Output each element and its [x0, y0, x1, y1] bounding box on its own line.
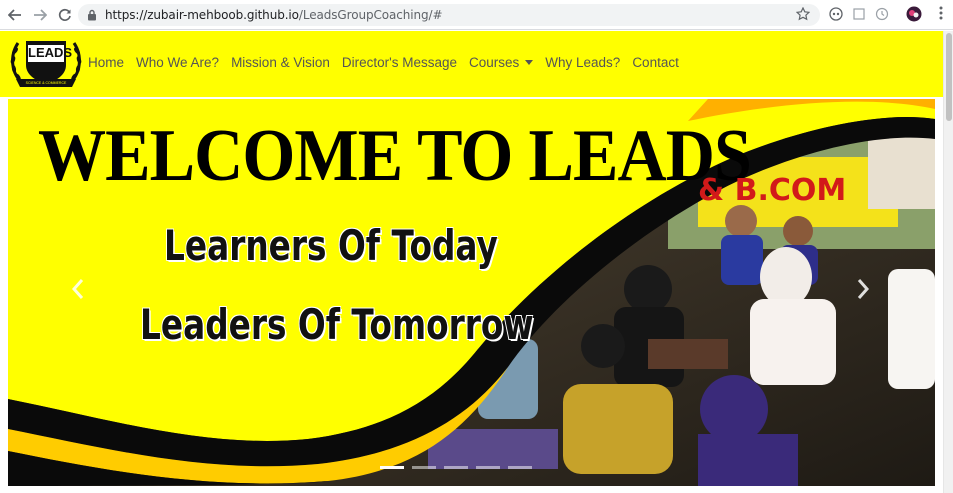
logo-text: LEADS [28, 45, 73, 60]
bookmark-star-icon[interactable] [795, 6, 811, 24]
url-path: /LeadsGroupCoaching/# [298, 8, 443, 22]
nav-links: Home Who We Are? Mission & Vision Direct… [88, 55, 691, 70]
nav-courses-label: Courses [468, 55, 520, 70]
back-button[interactable] [4, 4, 26, 26]
carousel-prev-button[interactable] [58, 269, 98, 309]
site-navbar: LEADS SCIENCE & COMMERCE Home Who We Are… [0, 31, 943, 97]
carousel-tagline-2: Leaders Of Tomorrow [140, 300, 534, 349]
extension-clock-icon[interactable] [874, 6, 890, 22]
extension-square-icon[interactable] [851, 6, 867, 22]
browser-menu-icon[interactable] [939, 6, 943, 23]
carousel-next-button[interactable] [843, 269, 883, 309]
nav-contact[interactable]: Contact [632, 55, 679, 70]
arrow-left-icon [8, 8, 21, 21]
nav-why-leads[interactable]: Why Leads? [545, 55, 620, 70]
carousel-tagline-1: Learners Of Today [164, 221, 498, 270]
extension-icon[interactable] [828, 6, 844, 22]
nav-mission-vision[interactable]: Mission & Vision [231, 55, 330, 70]
nav-home[interactable]: Home [88, 55, 124, 70]
scrollbar-thumb[interactable] [946, 33, 952, 121]
carousel-indicators [380, 466, 532, 469]
browser-toolbar: https://zubair-mehboob.github.io/LeadsGr… [0, 0, 953, 30]
caret-down-icon [525, 60, 534, 65]
carousel-indicator[interactable] [412, 466, 436, 469]
profile-avatar[interactable] [906, 6, 922, 22]
url-text: https://zubair-mehboob.github.io/LeadsGr… [105, 8, 443, 22]
page-scrollbar[interactable] [943, 31, 953, 493]
logo-subtitle: SCIENCE & COMMERCE [25, 81, 67, 85]
arrow-right-icon [34, 8, 47, 21]
carousel-headline: WELCOME TO LEADS [38, 115, 752, 197]
reload-button[interactable] [54, 4, 76, 26]
forward-button[interactable] [29, 4, 51, 26]
address-bar[interactable]: https://zubair-mehboob.github.io/LeadsGr… [78, 4, 820, 26]
banner-bcom-text: & B.COM [698, 173, 847, 208]
nav-who-we-are[interactable]: Who We Are? [136, 55, 219, 70]
leads-logo[interactable]: LEADS SCIENCE & COMMERCE [8, 35, 84, 93]
lock-icon [87, 9, 97, 21]
chevron-left-icon [71, 279, 84, 299]
reload-icon [58, 8, 71, 21]
url-host: https://zubair-mehboob.github.io [105, 8, 299, 22]
hero-carousel: WELCOME TO LEADS Learners Of Today Leade… [8, 99, 935, 486]
carousel-indicator[interactable] [508, 466, 532, 469]
nav-courses-dropdown[interactable]: Courses [468, 55, 534, 70]
carousel-indicator[interactable] [476, 466, 500, 469]
chevron-right-icon [857, 279, 870, 299]
carousel-indicator[interactable] [380, 466, 404, 469]
nav-directors-message[interactable]: Director's Message [342, 55, 457, 70]
carousel-indicator[interactable] [444, 466, 468, 469]
